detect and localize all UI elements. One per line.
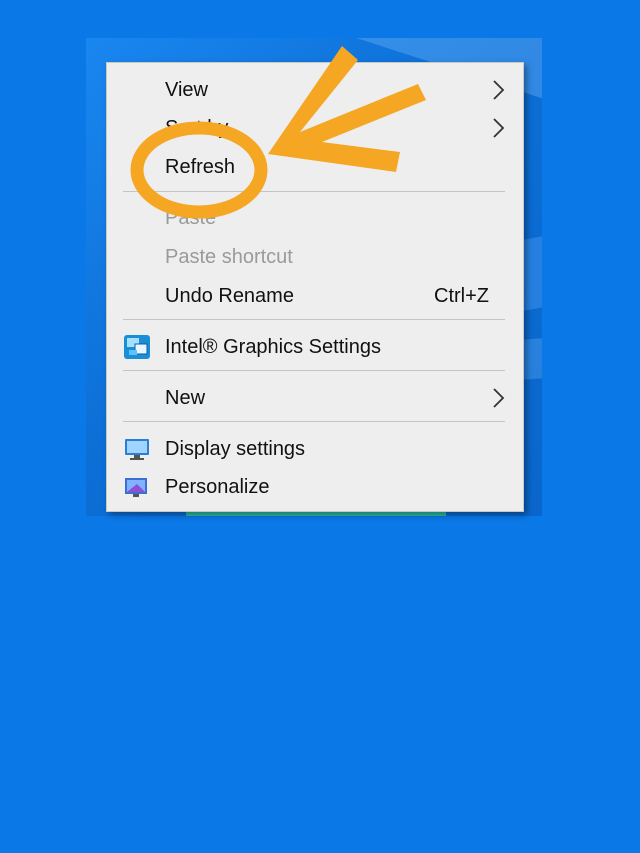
menu-item-label: New (165, 387, 206, 409)
keyboard-shortcut: Ctrl+Z (434, 285, 489, 307)
menu-item-label: Paste (165, 207, 217, 229)
menu-item-label: Undo Rename (165, 285, 294, 307)
chevron-right-icon (493, 118, 505, 138)
desktop-context-menu: View Sort by Refresh Paste Paste shortcu… (106, 62, 524, 512)
menu-separator (123, 319, 505, 320)
menu-item-paste: Paste (107, 199, 523, 237)
chevron-right-icon (493, 80, 505, 100)
menu-item-label: Personalize (165, 476, 270, 498)
menu-item-paste-shortcut: Paste shortcut (107, 238, 523, 276)
menu-item-label: Refresh (165, 156, 236, 178)
menu-item-undo-rename[interactable]: Undo Rename Ctrl+Z (107, 277, 523, 315)
menu-separator (123, 370, 505, 371)
menu-separator (123, 421, 505, 422)
intel-graphics-icon (124, 335, 150, 359)
menu-item-personalize[interactable]: Personalize (107, 468, 523, 506)
menu-item-sort-by[interactable]: Sort by (107, 109, 523, 147)
menu-item-label: Paste shortcut (165, 246, 293, 268)
menu-item-view[interactable]: View (107, 71, 523, 109)
menu-item-display-settings[interactable]: Display settings (107, 430, 523, 468)
menu-item-label: Display settings (165, 438, 306, 460)
menu-item-intel-graphics[interactable]: Intel® Graphics Settings (107, 328, 523, 366)
menu-item-new[interactable]: New (107, 379, 523, 417)
personalize-icon (125, 478, 147, 497)
monitor-icon (125, 439, 149, 460)
chevron-right-icon (493, 388, 505, 408)
menu-item-label: Intel® Graphics Settings (165, 336, 381, 358)
menu-item-label: Sort by (165, 117, 229, 139)
menu-separator (123, 191, 505, 192)
menu-item-label: View (165, 79, 208, 101)
menu-item-refresh[interactable]: Refresh (107, 148, 523, 186)
